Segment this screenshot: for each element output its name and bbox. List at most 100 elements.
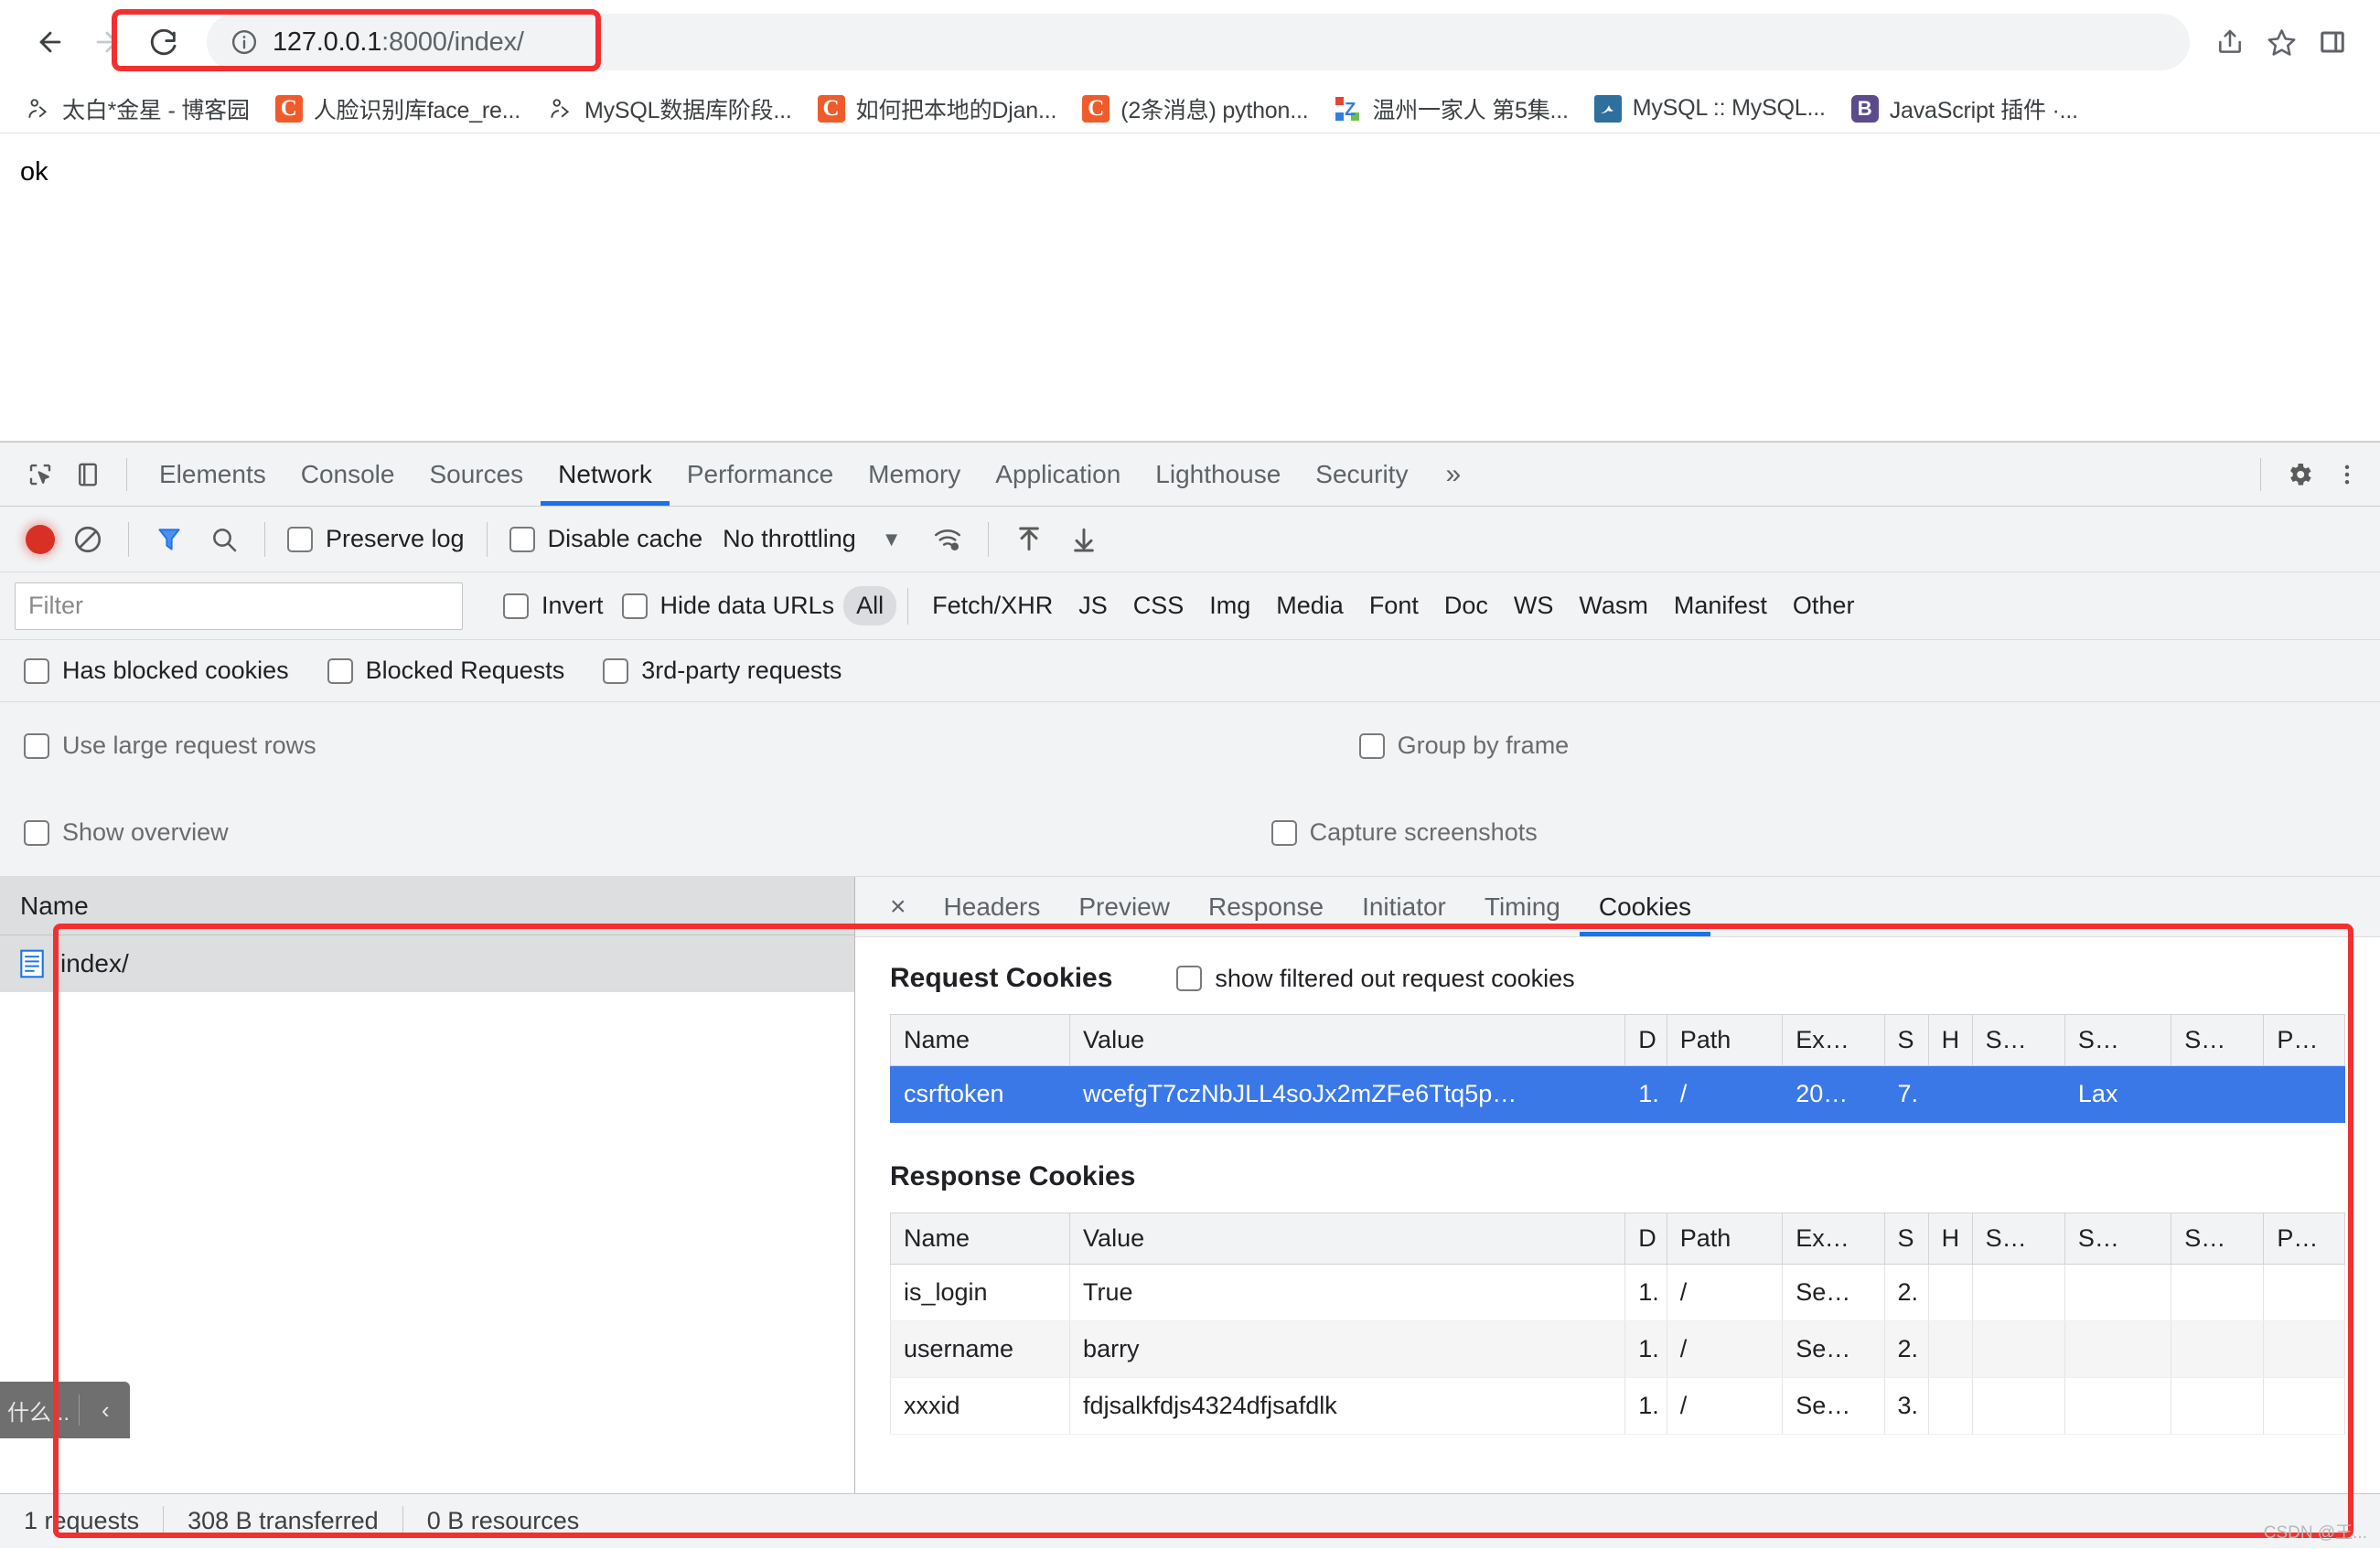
bookmark-item-7[interactable]: B JavaScript 插件 ·... (1839, 88, 2091, 130)
table-row[interactable]: index/ (0, 935, 854, 992)
col-path[interactable]: Path (1666, 1212, 1784, 1265)
blocked-requests-checkbox[interactable]: Blocked Requests (318, 657, 574, 685)
filter-type-font[interactable]: Font (1356, 586, 1431, 625)
wifi-settings-icon[interactable] (924, 516, 971, 563)
share-icon[interactable] (2204, 16, 2256, 68)
col-value[interactable]: Value (1069, 1014, 1626, 1066)
gear-icon[interactable] (2276, 451, 2323, 498)
reload-icon[interactable] (135, 14, 192, 70)
filter-type-js[interactable]: JS (1066, 586, 1120, 625)
inspect-element-icon[interactable] (16, 451, 64, 498)
preserve-log-checkbox[interactable]: Preserve log (278, 525, 474, 553)
filter-type-fetch-xhr[interactable]: Fetch/XHR (919, 586, 1066, 625)
detail-tab-initiator[interactable]: Initiator (1343, 877, 1465, 936)
group-by-frame-checkbox[interactable]: Group by frame (1350, 732, 1579, 760)
capture-screenshots-checkbox[interactable]: Capture screenshots (1262, 818, 1547, 847)
tab-performance[interactable]: Performance (670, 443, 851, 506)
bookmark-item-6[interactable]: MySQL :: MySQL... (1581, 88, 1839, 130)
tab-security[interactable]: Security (1298, 443, 1425, 506)
col-size[interactable]: S (1883, 1212, 1929, 1265)
col-priority[interactable]: P… (2263, 1212, 2345, 1265)
col-expires[interactable]: Ex… (1782, 1212, 1885, 1265)
filter-type-img[interactable]: Img (1196, 586, 1263, 625)
col-expires[interactable]: Ex… (1782, 1014, 1885, 1066)
filter-type-all[interactable]: All (843, 586, 897, 625)
hide-data-urls-checkbox[interactable]: Hide data URLs (613, 592, 844, 620)
request-list-header[interactable]: Name (0, 877, 854, 935)
detail-tab-headers[interactable]: Headers (925, 877, 1060, 936)
page-info-icon[interactable] (229, 27, 260, 58)
record-stop-icon[interactable] (26, 524, 55, 554)
detail-tab-preview[interactable]: Preview (1059, 877, 1189, 936)
disable-cache-checkbox[interactable]: Disable cache (500, 525, 713, 553)
table-row[interactable]: is_login True 1. / Se… 2. (889, 1264, 2345, 1321)
col-domain[interactable]: D (1624, 1014, 1667, 1066)
filter-type-media[interactable]: Media (1263, 586, 1356, 625)
col-name[interactable]: Name (889, 1212, 1071, 1265)
tab-console[interactable]: Console (284, 443, 413, 506)
tab-application[interactable]: Application (978, 443, 1138, 506)
tab-elements[interactable]: Elements (142, 443, 284, 506)
bookmark-item-1[interactable]: C 人脸识别库face_re... (263, 88, 533, 130)
throttling-select[interactable]: No throttling (723, 525, 856, 553)
filter-funnel-icon[interactable] (145, 516, 193, 563)
chevron-left-icon[interactable]: ‹ (89, 1396, 123, 1425)
table-row[interactable]: username barry 1. / Se… 2. (889, 1320, 2345, 1378)
table-row[interactable]: csrftoken wcefgT7czNbJLL4soJx2mZFe6Ttq5p… (889, 1065, 2345, 1123)
star-icon[interactable] (2256, 16, 2307, 68)
col-value[interactable]: Value (1069, 1212, 1626, 1265)
col-httponly[interactable]: H (1927, 1212, 1973, 1265)
bookmark-item-3[interactable]: C 如何把本地的Djan... (805, 88, 1070, 130)
device-toolbar-icon[interactable] (64, 451, 112, 498)
filter-input[interactable]: Filter (15, 582, 463, 630)
filter-type-doc[interactable]: Doc (1431, 586, 1501, 625)
bookmark-item-2[interactable]: MySQL数据库阶段... (533, 88, 805, 130)
devtools-drawer-chip[interactable]: 什么... ‹ (0, 1382, 130, 1438)
detail-tab-cookies[interactable]: Cookies (1580, 877, 1710, 936)
col-sameparty[interactable]: S… (2171, 1212, 2265, 1265)
clear-icon[interactable] (64, 516, 112, 563)
more-tabs-icon[interactable]: » (1425, 459, 1481, 490)
search-icon[interactable] (200, 516, 248, 563)
bookmark-item-4[interactable]: C (2条消息) python... (1069, 88, 1321, 130)
col-secure[interactable]: S… (1971, 1014, 2065, 1066)
col-priority[interactable]: P… (2263, 1014, 2345, 1066)
third-party-requests-checkbox[interactable]: 3rd-party requests (594, 657, 851, 685)
filter-type-other[interactable]: Other (1780, 586, 1868, 625)
request-cookies-table[interactable]: Name Value D Path Ex… S H S… S… S… P… cs… (889, 1014, 2345, 1123)
close-icon[interactable]: × (872, 892, 925, 923)
filter-type-manifest[interactable]: Manifest (1661, 586, 1780, 625)
side-panel-icon[interactable] (2307, 16, 2358, 68)
tab-sources[interactable]: Sources (412, 443, 541, 506)
response-cookies-table[interactable]: Name Value D Path Ex… S H S… S… S… P… is… (889, 1212, 2345, 1435)
col-secure[interactable]: S… (1971, 1212, 2065, 1265)
invert-checkbox[interactable]: Invert (494, 592, 613, 620)
col-samesite[interactable]: S… (2064, 1212, 2172, 1265)
download-arrow-icon[interactable] (1060, 516, 1108, 563)
tab-network[interactable]: Network (541, 443, 670, 506)
filter-type-css[interactable]: CSS (1120, 586, 1197, 625)
forward-arrow-icon[interactable] (79, 14, 135, 70)
col-samesite[interactable]: S… (2064, 1014, 2172, 1066)
col-name[interactable]: Name (889, 1014, 1071, 1066)
col-path[interactable]: Path (1666, 1014, 1784, 1066)
back-arrow-icon[interactable] (22, 14, 79, 70)
use-large-rows-checkbox[interactable]: Use large request rows (24, 732, 326, 760)
tab-memory[interactable]: Memory (851, 443, 978, 506)
upload-arrow-icon[interactable] (1005, 516, 1053, 563)
filter-type-wasm[interactable]: Wasm (1566, 586, 1661, 625)
detail-tab-timing[interactable]: Timing (1465, 877, 1580, 936)
filter-type-ws[interactable]: WS (1501, 586, 1567, 625)
show-overview-checkbox[interactable]: Show overview (24, 818, 238, 847)
address-bar[interactable]: 127.0.0.1:8000/index/ (207, 14, 2190, 70)
tab-lighthouse[interactable]: Lighthouse (1138, 443, 1298, 506)
col-httponly[interactable]: H (1927, 1014, 1973, 1066)
has-blocked-cookies-checkbox[interactable]: Has blocked cookies (24, 657, 298, 685)
more-vertical-icon[interactable] (2323, 451, 2371, 498)
chevron-down-icon[interactable]: ▼ (882, 528, 902, 551)
table-row[interactable]: xxxid fdjsalkfdjs4324dfjsafdlk 1. / Se… … (889, 1377, 2345, 1435)
col-samepartyt[interactable]: S… (2171, 1014, 2265, 1066)
detail-tab-response[interactable]: Response (1189, 877, 1343, 936)
show-filtered-cookies-checkbox[interactable]: show filtered out request cookies (1176, 965, 1575, 993)
bookmark-item-0[interactable]: 太白*金星 - 博客园 (11, 88, 263, 130)
